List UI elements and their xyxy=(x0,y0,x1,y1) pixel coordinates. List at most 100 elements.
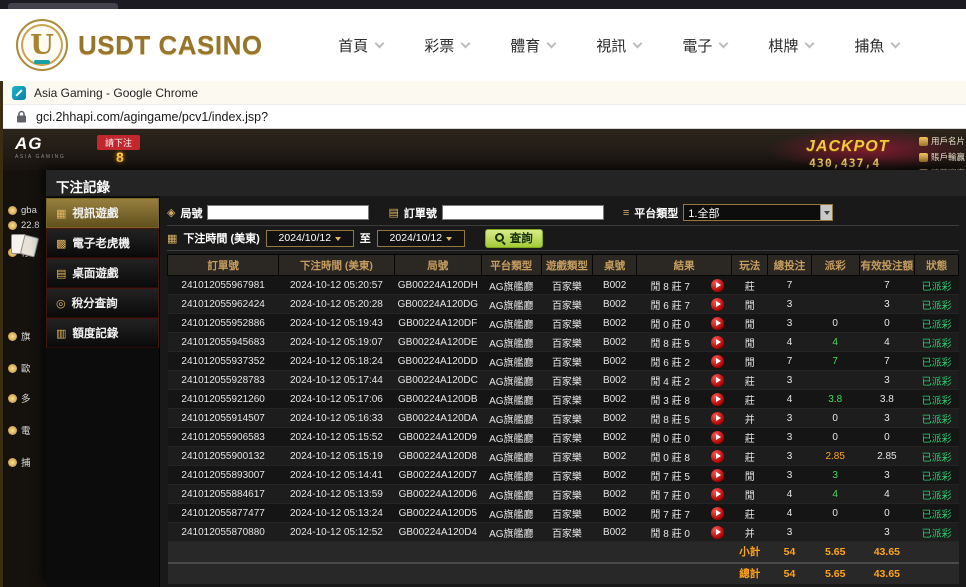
betting-records-modal: 下注記錄 ▦視訊遊戲▩電子老虎機▤桌面遊戲◎稅分查詢▥額度記錄 ◈ 局號 ▤ 訂… xyxy=(46,170,966,587)
cell-payout xyxy=(811,523,859,542)
table-row: 2410120559145072024-10-12 05:16:33GB0022… xyxy=(168,409,959,428)
cell-table_no: B002 xyxy=(593,447,637,466)
play-video-button[interactable] xyxy=(711,393,724,406)
cell-play xyxy=(704,276,732,295)
play-video-button[interactable] xyxy=(711,317,724,330)
play-video-button[interactable] xyxy=(711,469,724,482)
cell-round: GB00224A120DB xyxy=(394,390,481,409)
cell-status: 已派彩 xyxy=(915,276,959,295)
cell-status: 已派彩 xyxy=(915,504,959,523)
table-row: 2410120559001322024-10-12 05:15:19GB0022… xyxy=(168,447,959,466)
cell-platform: AG旗艦廳 xyxy=(482,352,542,371)
rail-item-label: 22.8 xyxy=(21,220,40,231)
flagship-hall-icon xyxy=(8,332,17,341)
column-header: 狀態 xyxy=(915,255,959,276)
main-nav: 首頁 彩票 體育 視訊 電子 棋牌 捕魚 xyxy=(318,35,920,56)
rail-item-label: gba xyxy=(21,205,37,216)
cell-valid: 3 xyxy=(859,409,915,428)
play-video-button[interactable] xyxy=(711,374,724,387)
site-logo[interactable]: U USDT CASINO xyxy=(16,19,263,71)
rail-item[interactable]: 旗 xyxy=(8,329,31,343)
play-video-button[interactable] xyxy=(711,355,724,368)
menu-item-1[interactable]: ▦視訊遊戲 xyxy=(46,198,159,228)
table-row: 2410120559287832024-10-12 05:17:44GB0022… xyxy=(168,371,959,390)
right-widget: 用戶名片 xyxy=(919,135,965,147)
cell-platform: AG旗艦廳 xyxy=(482,523,542,542)
play-video-button[interactable] xyxy=(711,298,724,311)
menu-item-5[interactable]: ▥額度記錄 xyxy=(46,318,159,348)
cell-round: GB00224A120D8 xyxy=(394,447,481,466)
search-button[interactable]: 查詢 xyxy=(485,229,543,248)
dropdown-triangle-icon xyxy=(335,237,341,241)
play-video-button[interactable] xyxy=(711,526,724,539)
total-row: 總計 54 5.65 43.65 xyxy=(168,563,959,584)
play-video-button[interactable] xyxy=(711,507,724,520)
nav-item-5[interactable]: 電子 xyxy=(682,35,727,56)
date-from-select[interactable]: 2024/10/12 xyxy=(266,230,354,247)
cell-side: 莊 xyxy=(732,371,768,390)
rail-item[interactable]: 多 xyxy=(8,391,31,405)
platform-select-value: 1.全部 xyxy=(688,205,719,221)
bet-banner: 請下注 xyxy=(97,135,140,150)
play-video-button[interactable] xyxy=(711,279,724,292)
menu-item-2[interactable]: ▩電子老虎機 xyxy=(46,228,159,258)
cell-side: 莊 xyxy=(732,428,768,447)
cell-status: 已派彩 xyxy=(915,428,959,447)
nav-item-2[interactable]: 彩票 xyxy=(424,35,469,56)
nav-item-4[interactable]: 視訊 xyxy=(596,35,641,56)
nav-item-6[interactable]: 棋牌 xyxy=(768,35,813,56)
nav-item-label: 電子 xyxy=(682,35,712,56)
cell-round: GB00224A120D9 xyxy=(394,428,481,447)
nav-item-7[interactable]: 捕魚 xyxy=(854,35,899,56)
cell-play xyxy=(704,466,732,485)
play-video-button[interactable] xyxy=(711,336,724,349)
cell-bet: 4 xyxy=(768,504,812,523)
chevron-down-icon xyxy=(547,38,557,48)
cell-side: 閒 xyxy=(732,295,768,314)
chevron-down-icon xyxy=(891,38,901,48)
cell-order: 241012055945683 xyxy=(168,333,279,352)
rail-item[interactable]: gba xyxy=(8,205,37,216)
cell-result: 閒 7 莊 5 xyxy=(636,466,704,485)
modal-content: ◈ 局號 ▤ 訂單號 ≡ 平台類型 1.全部 ▦ xyxy=(160,196,966,587)
rail-item[interactable]: 電 xyxy=(8,423,31,437)
cell-payout xyxy=(811,295,859,314)
lock-icon xyxy=(16,110,27,123)
play-video-button[interactable] xyxy=(711,450,724,463)
popup-urlbar[interactable]: gci.2hhapi.com/agingame/pcv1/index.jsp? xyxy=(3,105,966,129)
rail-item[interactable]: 歐 xyxy=(8,361,31,375)
total-label: 總計 xyxy=(732,563,768,584)
menu-item-3[interactable]: ▤桌面遊戲 xyxy=(46,258,159,288)
platform-select[interactable]: 1.全部 xyxy=(683,204,833,221)
round-number-input[interactable] xyxy=(207,205,369,220)
play-video-button[interactable] xyxy=(711,488,724,501)
menu-item-4[interactable]: ◎稅分查詢 xyxy=(46,288,159,318)
order-number-input[interactable] xyxy=(442,205,604,220)
cell-valid: 4 xyxy=(859,485,915,504)
logo-badge-icon: U xyxy=(16,19,68,71)
menu-item-label: 視訊遊戲 xyxy=(72,205,118,221)
rail-item[interactable]: 捕 xyxy=(8,455,31,469)
cell-bet: 3 xyxy=(768,428,812,447)
cell-platform: AG旗艦廳 xyxy=(482,485,542,504)
bet-time-label: 下注時間 (美東) xyxy=(183,230,259,246)
cell-round: GB00224A120DG xyxy=(394,295,481,314)
cell-result: 閒 6 莊 7 xyxy=(636,295,704,314)
dropdown-triangle-icon xyxy=(446,237,452,241)
nav-item-3[interactable]: 體育 xyxy=(510,35,555,56)
play-video-button[interactable] xyxy=(711,412,724,425)
left-rail: gba22.8存旗歐多電捕 xyxy=(3,170,46,587)
date-to-select[interactable]: 2024/10/12 xyxy=(377,230,465,247)
search-button-label: 查詢 xyxy=(510,230,533,246)
rail-item[interactable]: 22.8 xyxy=(8,220,40,231)
cell-bet: 3 xyxy=(768,314,812,333)
cell-table_no: B002 xyxy=(593,428,637,447)
nav-item-1[interactable]: 首頁 xyxy=(338,35,383,56)
cell-result: 閒 7 莊 0 xyxy=(636,485,704,504)
play-video-button[interactable] xyxy=(711,431,724,444)
cell-round: GB00224A120DD xyxy=(394,352,481,371)
cell-bet: 3 xyxy=(768,295,812,314)
right-widget-label: 賬戶輸贏 xyxy=(931,151,965,163)
modal-title: 下注記錄 xyxy=(46,170,966,196)
cell-round: GB00224A120D6 xyxy=(394,485,481,504)
